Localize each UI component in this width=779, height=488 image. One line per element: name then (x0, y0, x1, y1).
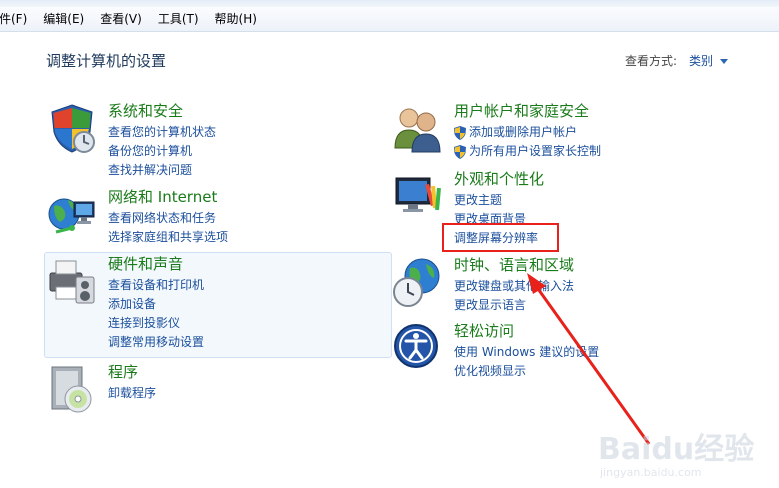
link-change-theme[interactable]: 更改主题 (454, 191, 538, 210)
menu-edit[interactable]: 编辑(E) (38, 8, 89, 30)
ease-of-access-icon (394, 324, 438, 368)
annotation-highlight-box (442, 223, 559, 252)
category-heading[interactable]: 网络和 Internet (108, 188, 217, 206)
page-title: 调整计算机的设置 (46, 52, 167, 70)
network-globe-icon (48, 198, 95, 234)
link-network-status[interactable]: 查看网络状态和任务 (108, 209, 228, 228)
watermark: Baidu经验 jingyan.baidu.com (598, 424, 768, 484)
link-parental-controls[interactable]: 为所有用户设置家长控制 (454, 142, 601, 161)
link-connect-projector[interactable]: 连接到投影仪 (108, 314, 204, 333)
link-change-display-language[interactable]: 更改显示语言 (454, 296, 574, 315)
link-mobility-settings[interactable]: 调整常用移动设置 (108, 333, 204, 352)
category-heading[interactable]: 程序 (108, 363, 138, 381)
link-view-computer-status[interactable]: 查看您的计算机状态 (108, 123, 216, 142)
users-icon (394, 108, 441, 153)
link-devices-printers[interactable]: 查看设备和打印机 (108, 276, 204, 295)
link-backup-computer[interactable]: 备份您的计算机 (108, 142, 216, 161)
appearance-monitor-icon (395, 177, 441, 212)
link-add-device[interactable]: 添加设备 (108, 295, 204, 314)
link-homegroup-sharing[interactable]: 选择家庭组和共享选项 (108, 228, 228, 247)
clock-globe-icon (393, 258, 440, 307)
category-heading[interactable]: 时钟、语言和区域 (454, 256, 574, 274)
uac-shield-icon (454, 144, 466, 159)
category-heading[interactable]: 用户帐户和家庭安全 (454, 102, 589, 120)
programs-disc-icon (51, 366, 92, 413)
uac-shield-icon (454, 125, 466, 140)
link-recommended-settings[interactable]: 使用 Windows 建议的设置 (454, 343, 599, 362)
link-text[interactable]: 添加或删除用户帐户 (469, 123, 577, 142)
security-shield-icon (51, 104, 95, 153)
menu-help[interactable]: 帮助(H) (210, 8, 262, 30)
category-heading[interactable]: 系统和安全 (108, 102, 183, 120)
view-by-selector[interactable]: 查看方式: 类别 (625, 52, 729, 69)
view-by-label: 查看方式: (625, 54, 678, 68)
link-uninstall-program[interactable]: 卸载程序 (108, 384, 156, 403)
menu-view[interactable]: 查看(V) (95, 8, 147, 30)
watermark-url: jingyan.baidu.com (600, 466, 702, 479)
link-add-remove-accounts[interactable]: 添加或删除用户帐户 (454, 123, 601, 142)
category-heading[interactable]: 轻松访问 (454, 322, 514, 340)
link-change-keyboard[interactable]: 更改键盘或其他输入法 (454, 277, 574, 296)
category-heading[interactable]: 硬件和声音 (108, 255, 183, 273)
view-by-value[interactable]: 类别 (689, 52, 713, 69)
menu-file[interactable]: 件(F) (0, 8, 32, 30)
link-optimize-display[interactable]: 优化视频显示 (454, 362, 599, 381)
link-text[interactable]: 为所有用户设置家长控制 (469, 142, 601, 161)
link-troubleshoot[interactable]: 查找并解决问题 (108, 161, 216, 180)
category-heading[interactable]: 外观和个性化 (454, 170, 544, 188)
menu-tools[interactable]: 工具(T) (153, 8, 204, 30)
printer-speaker-icon (49, 260, 95, 304)
menu-bar: 件(F) 编辑(E) 查看(V) 工具(T) 帮助(H) (0, 7, 779, 32)
chevron-down-icon[interactable] (720, 59, 729, 64)
watermark-logo: Baidu经验 (598, 432, 755, 467)
